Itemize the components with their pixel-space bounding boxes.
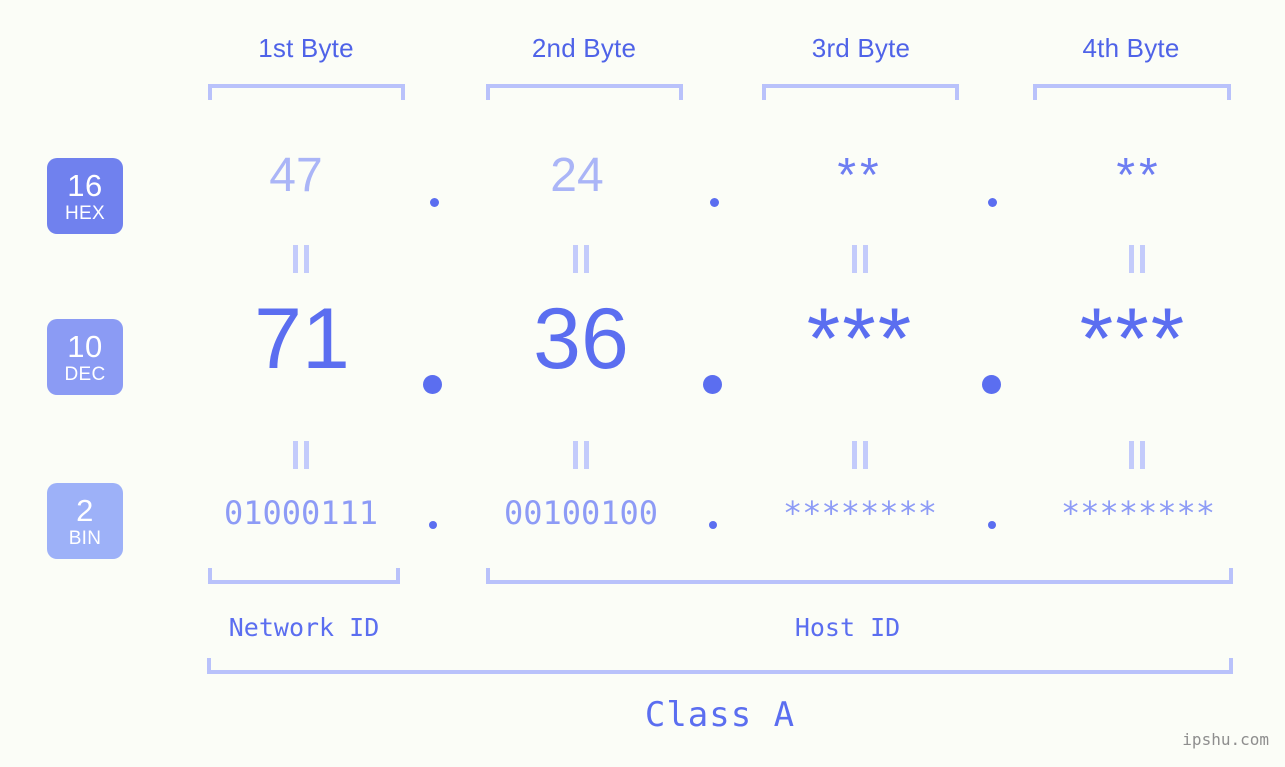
network-id-bracket — [208, 568, 400, 584]
equals-mark-dec-bin-3 — [848, 441, 872, 469]
hex-separator-dot-1 — [430, 198, 439, 207]
hex-value-byte-4: ** — [1116, 149, 1162, 202]
bin-value-byte-1: 01000111 — [223, 494, 379, 532]
byte-bracket-3 — [762, 84, 959, 100]
byte-bracket-4 — [1033, 84, 1231, 100]
hex-separator-dot-2 — [710, 198, 719, 207]
host-id-bracket — [486, 568, 1233, 584]
equals-mark-hex-dec-1 — [289, 245, 313, 273]
host-id-label: Host ID — [794, 613, 901, 642]
equals-mark-dec-bin-2 — [569, 441, 593, 469]
bin-separator-dot-1 — [429, 521, 437, 529]
bin-separator-dot-2 — [709, 521, 717, 529]
byte-header-2: 2nd Byte — [531, 33, 637, 63]
base-badge-dec[interactable]: 10 DEC — [47, 319, 123, 395]
hex-value-byte-2: 24 — [550, 149, 604, 202]
bin-value-byte-3: ******** — [782, 494, 938, 532]
equals-mark-hex-dec-4 — [1125, 245, 1149, 273]
base-badge-hex[interactable]: 16 HEX — [47, 158, 123, 234]
byte-header-3: 3rd Byte — [811, 33, 911, 63]
hex-value-byte-3: ** — [837, 149, 883, 202]
watermark: ipshu.com — [1182, 730, 1269, 749]
byte-header-4: 4th Byte — [1082, 33, 1180, 63]
dec-separator-dot-3 — [982, 375, 1001, 394]
byte-bracket-2 — [486, 84, 683, 100]
class-bracket — [207, 658, 1233, 674]
byte-header-1: 1st Byte — [258, 33, 354, 63]
dec-separator-dot-1 — [423, 375, 442, 394]
dec-value-byte-1: 71 — [254, 291, 350, 387]
dec-separator-dot-2 — [703, 375, 722, 394]
hex-value-byte-1: 47 — [269, 149, 323, 202]
base-badge-dec-number: 10 — [67, 328, 103, 364]
equals-mark-dec-bin-4 — [1125, 441, 1149, 469]
class-label: Class A — [644, 695, 796, 735]
bin-value-byte-2: 00100100 — [503, 494, 659, 532]
equals-mark-hex-dec-3 — [848, 245, 872, 273]
base-badge-bin-number: 2 — [76, 492, 94, 528]
bin-separator-dot-3 — [988, 521, 996, 529]
network-id-label: Network ID — [228, 613, 380, 642]
equals-mark-dec-bin-1 — [289, 441, 313, 469]
base-badge-bin[interactable]: 2 BIN — [47, 483, 123, 559]
equals-mark-hex-dec-2 — [569, 245, 593, 273]
base-badge-hex-number: 16 — [67, 167, 103, 203]
bin-value-byte-4: ******** — [1060, 494, 1216, 532]
hex-separator-dot-3 — [988, 198, 997, 207]
base-badge-bin-name: BIN — [68, 527, 102, 549]
base-badge-dec-name: DEC — [64, 363, 106, 385]
dec-value-byte-2: 36 — [533, 291, 629, 387]
byte-bracket-1 — [208, 84, 405, 100]
ip-address-breakdown-diagram: 1st Byte 2nd Byte 3rd Byte 4th Byte 16 H… — [0, 0, 1285, 767]
base-badge-hex-name: HEX — [65, 202, 105, 224]
dec-value-byte-3: *** — [806, 291, 914, 387]
dec-value-byte-4: *** — [1079, 291, 1187, 387]
